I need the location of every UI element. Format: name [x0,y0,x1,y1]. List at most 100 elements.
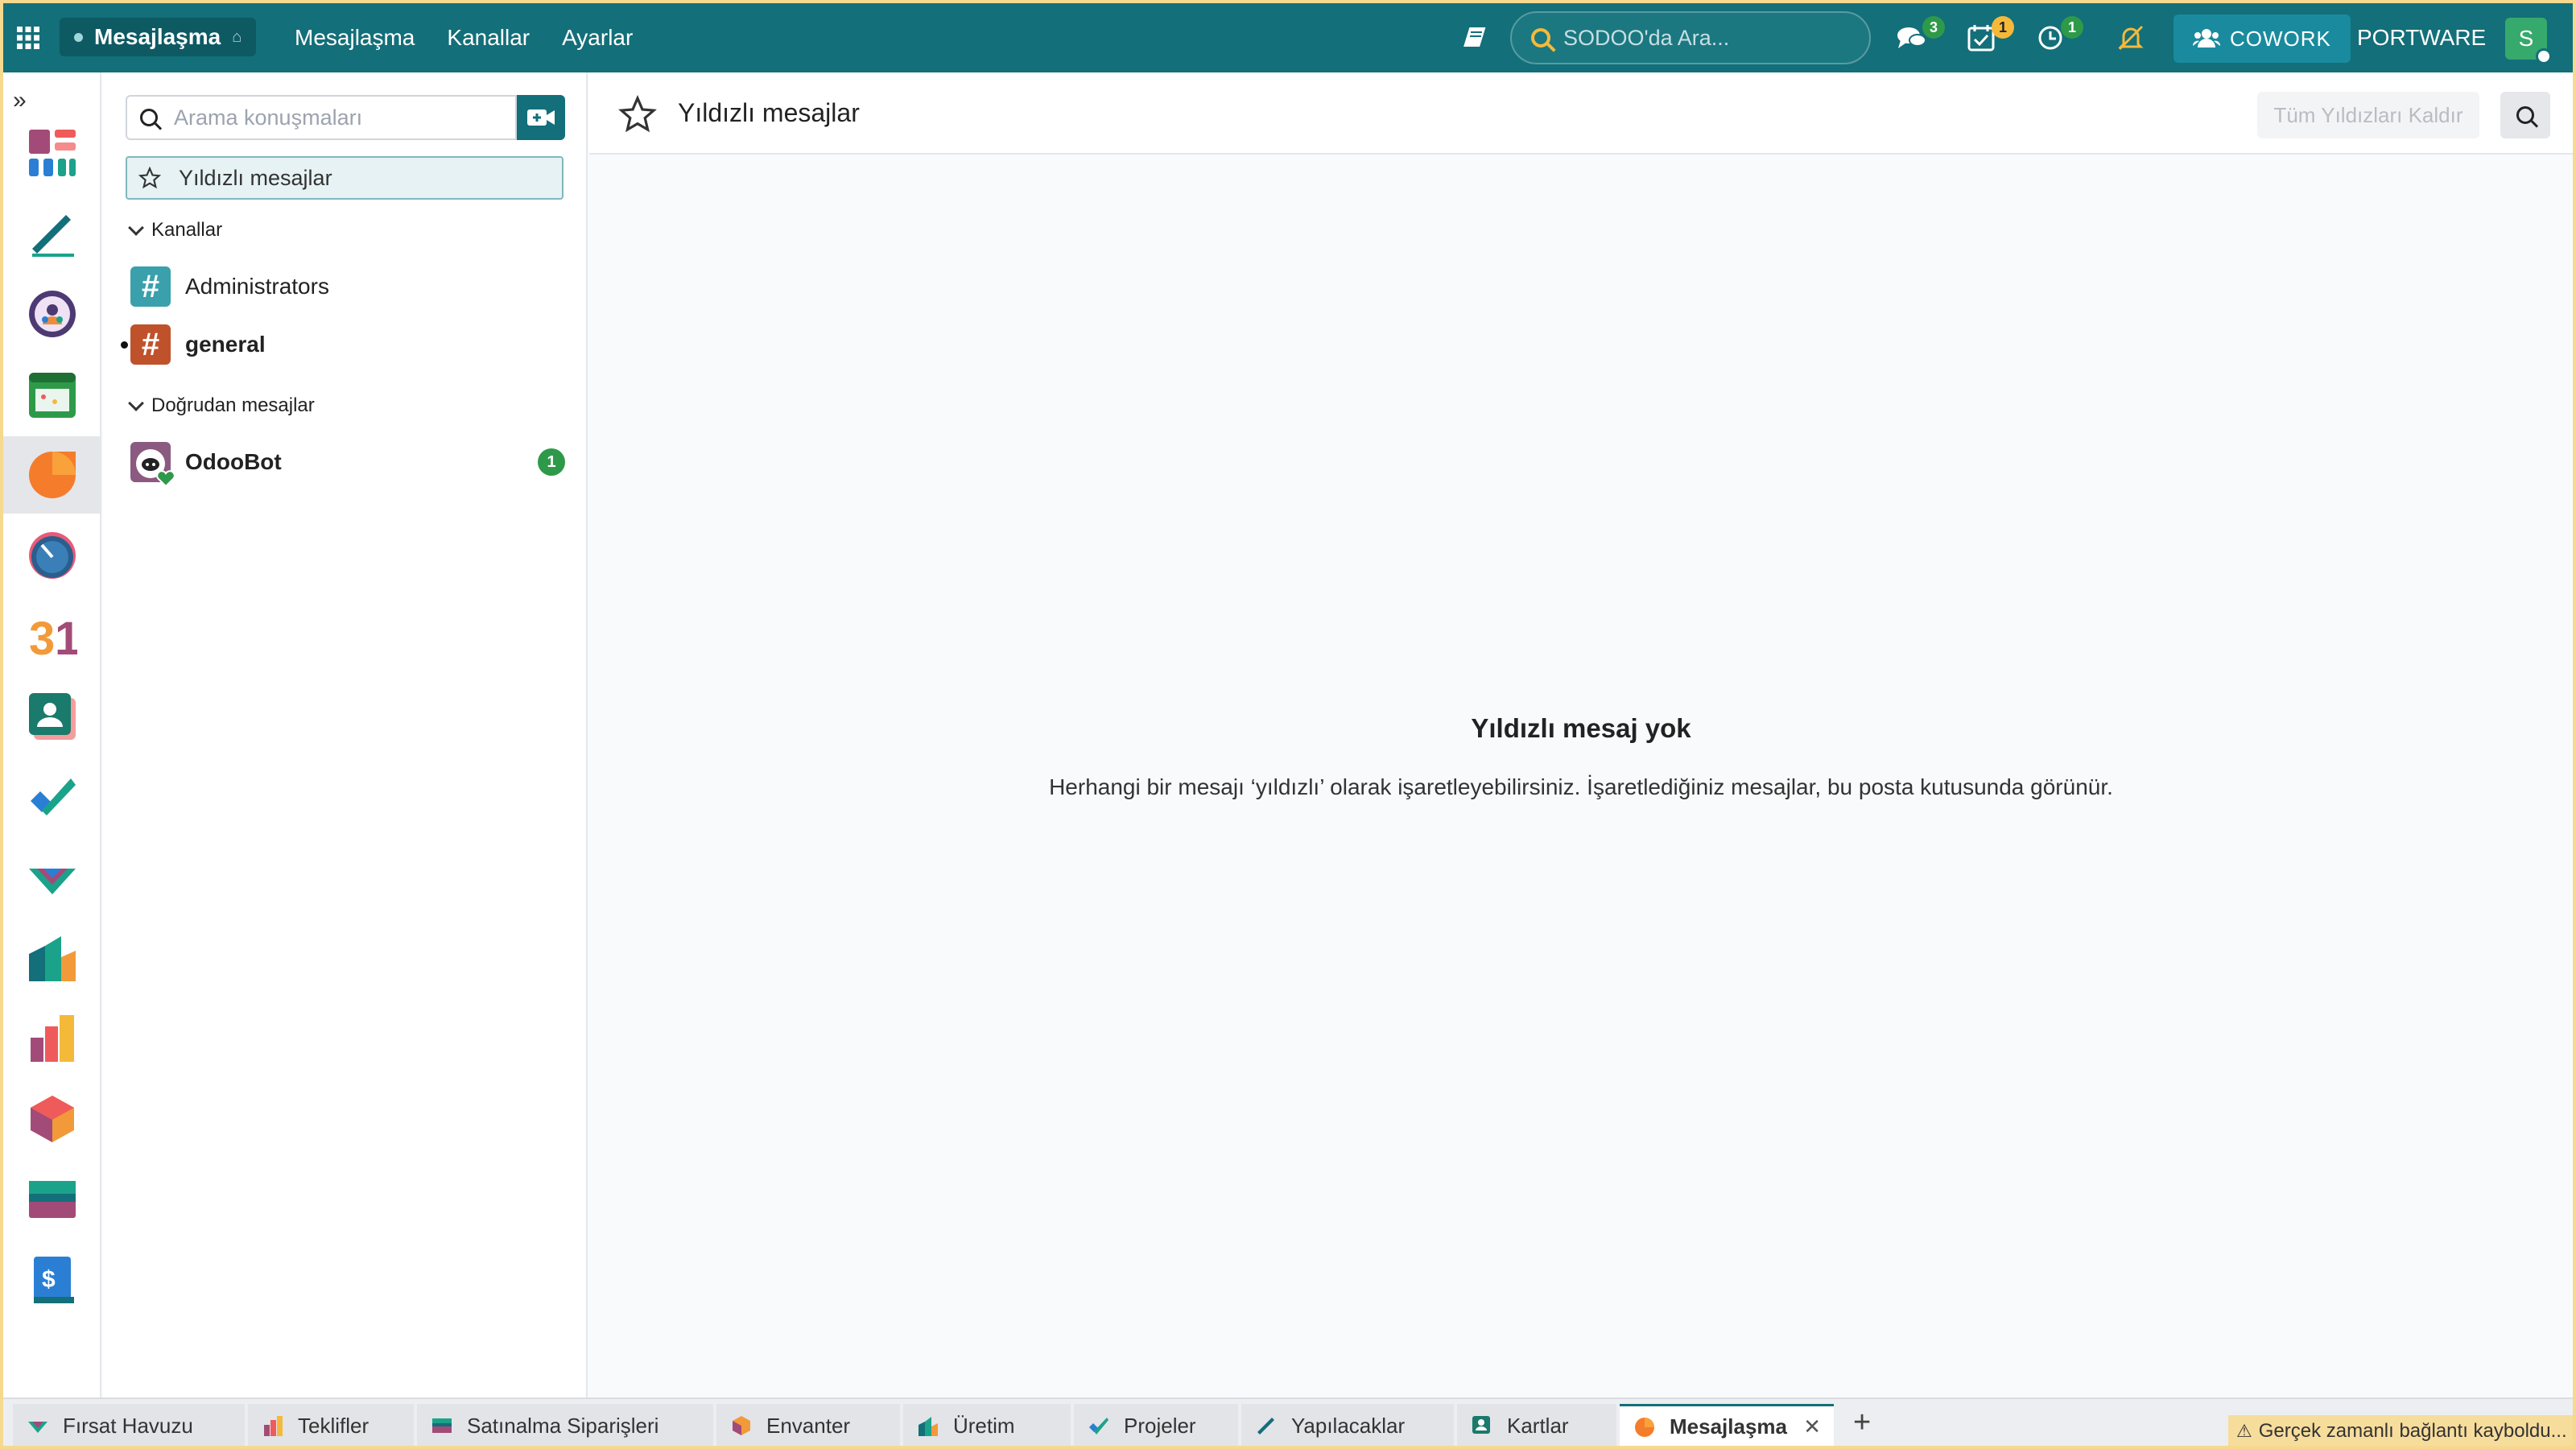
tab-label: Satınalma Siparişleri [467,1413,659,1438]
conversation-search-placeholder: Arama konuşmaları [174,105,363,130]
app-window: Mesajlaşma ⌂ Mesajlaşma Kanallar Ayarlar… [3,3,2573,1446]
channel-general[interactable]: # general [121,320,565,369]
contacts-icon [1472,1416,1490,1434]
menu-item-settings[interactable]: Ayarlar [562,25,633,51]
menu-item-messaging[interactable]: Mesajlaşma [295,25,415,51]
tab-mesajlasma[interactable]: Mesajlaşma ✕ [1620,1404,1834,1446]
global-search-placeholder: SODOO'da Ara... [1563,25,1730,50]
chevron-down-icon [128,220,144,236]
messages-count-badge: 3 [1922,16,1945,39]
close-tab-icon[interactable]: ✕ [1803,1414,1821,1439]
tab-projeler[interactable]: Projeler [1074,1404,1238,1446]
inventory-box-icon [733,1416,750,1435]
top-menu: Mesajlaşma Kanallar Ayarlar [295,21,665,55]
app-sales[interactable] [3,1000,101,1077]
tab-label: Kartlar [1507,1413,1569,1438]
app-employees[interactable] [3,275,101,353]
thread-search-button[interactable] [2500,92,2550,138]
timeoff-count-badge: 1 [2061,16,2083,39]
search-icon [2516,106,2534,124]
knowledge-book-icon[interactable] [1459,19,1496,56]
video-plus-icon [527,109,555,126]
app-sidebar: » 31 $ [3,72,101,1397]
tab-yapilacaklar[interactable]: Yapılacaklar [1241,1404,1454,1446]
direct-messages-category-header[interactable]: Doğrudan mesajlar [127,394,315,417]
calendar-app-icon [29,373,76,418]
messages-icon[interactable]: 3 [1893,16,1945,56]
todo-pen-icon [32,215,74,257]
avatar-initial: S [2518,26,2534,51]
home-icon: ⌂ [232,27,242,46]
top-navbar: Mesajlaşma ⌂ Mesajlaşma Kanallar Ayarlar… [3,3,2573,72]
tab-label: Fırsat Havuzu [63,1413,193,1438]
channels-header-label: Kanallar [151,219,223,241]
tab-label: Envanter [766,1413,851,1438]
app-discuss[interactable] [3,436,101,514]
warning-icon: ⚠ [2236,1421,2252,1441]
unstar-all-button[interactable]: Tüm Yıldızları Kaldır [2257,92,2479,138]
channel-hash-icon: # [130,266,171,307]
tab-uretim[interactable]: Üretim [903,1404,1071,1446]
tab-teklifler[interactable]: Teklifler [248,1404,414,1446]
brand-label: Mesajlaşma [94,24,221,49]
dm-odoobot[interactable]: OdooBot 1 [130,438,565,487]
cowork-button[interactable]: COWORK [2174,14,2351,63]
app-events[interactable] [3,356,101,433]
tab-bar: Fırsat Havuzu Teklifler Satınalma Sipari… [3,1397,2573,1446]
chevron-down-icon [128,395,144,411]
app-crm[interactable] [3,839,101,916]
tab-label: Mesajlaşma [1670,1414,1787,1439]
starred-messages-item[interactable]: Yıldızlı mesajlar [126,156,564,200]
app-timesheets[interactable] [3,517,101,594]
global-search-input[interactable]: SODOO'da Ara... [1510,11,1871,64]
svg-text:$: $ [42,1266,56,1293]
conversation-search-input[interactable]: Arama konuşmaları [126,95,517,140]
crm-handshake-icon [28,1422,47,1433]
tab-label: Yapılacaklar [1291,1413,1406,1438]
purchase-card-icon [29,1181,76,1218]
cowork-label: COWORK [2230,26,2331,51]
tab-envanter[interactable]: Envanter [716,1404,900,1446]
user-avatar[interactable]: S [2505,18,2552,64]
project-check-icon [31,778,76,815]
muted-bell-icon[interactable] [2112,19,2149,56]
timeoff-icon[interactable]: 1 [2032,16,2083,56]
manufacturing-icon [29,936,76,981]
channels-category-header[interactable]: Kanallar [127,219,222,242]
app-todo[interactable] [3,195,101,272]
app-contacts[interactable] [3,678,101,755]
dashboard-icon [29,130,76,176]
add-tab-button[interactable]: + [1853,1406,1871,1440]
app-calendar[interactable]: 31 [3,597,101,675]
todo-pen-icon [1257,1418,1274,1435]
tab-kartlar[interactable]: Kartlar [1457,1404,1616,1446]
apps-grid-icon[interactable] [11,21,45,55]
calendar-31-icon: 31 [29,613,77,661]
tab-firsat-havuzu[interactable]: Fırsat Havuzu [13,1404,245,1446]
odoobot-avatar [130,442,175,487]
app-purchase[interactable] [3,1161,101,1238]
app-project[interactable] [3,758,101,836]
start-meeting-button[interactable] [517,95,565,140]
contacts-icon [29,693,76,740]
channel-administrators[interactable]: # Administrators [130,262,565,311]
menu-item-channels[interactable]: Kanallar [447,25,530,51]
app-manufacturing[interactable] [3,919,101,997]
company-switcher[interactable]: PORTWARE [2357,21,2486,55]
inventory-box-icon [31,1096,74,1142]
conversations-panel: Arama konuşmaları Yıldızlı mesajlar Kana… [103,72,588,1397]
app-brand-button[interactable]: Mesajlaşma ⌂ [60,18,257,56]
star-icon [138,167,161,189]
search-icon [140,109,158,126]
svg-text:3: 3 [29,613,55,661]
connection-warning-text: Gerçek zamanlı bağlantı kayboldu... [2258,1420,2567,1442]
expand-sidebar-icon[interactable]: » [13,87,27,114]
app-invoicing[interactable]: $ [3,1241,101,1319]
app-dashboard[interactable] [3,114,101,192]
project-check-icon [1089,1418,1108,1435]
tab-satinalma[interactable]: Satınalma Siparişleri [417,1404,713,1446]
activities-icon[interactable]: 1 [1963,16,2014,56]
app-inventory[interactable] [3,1080,101,1158]
channel-name: Administrators [185,274,329,299]
people-circle-icon [29,291,76,337]
